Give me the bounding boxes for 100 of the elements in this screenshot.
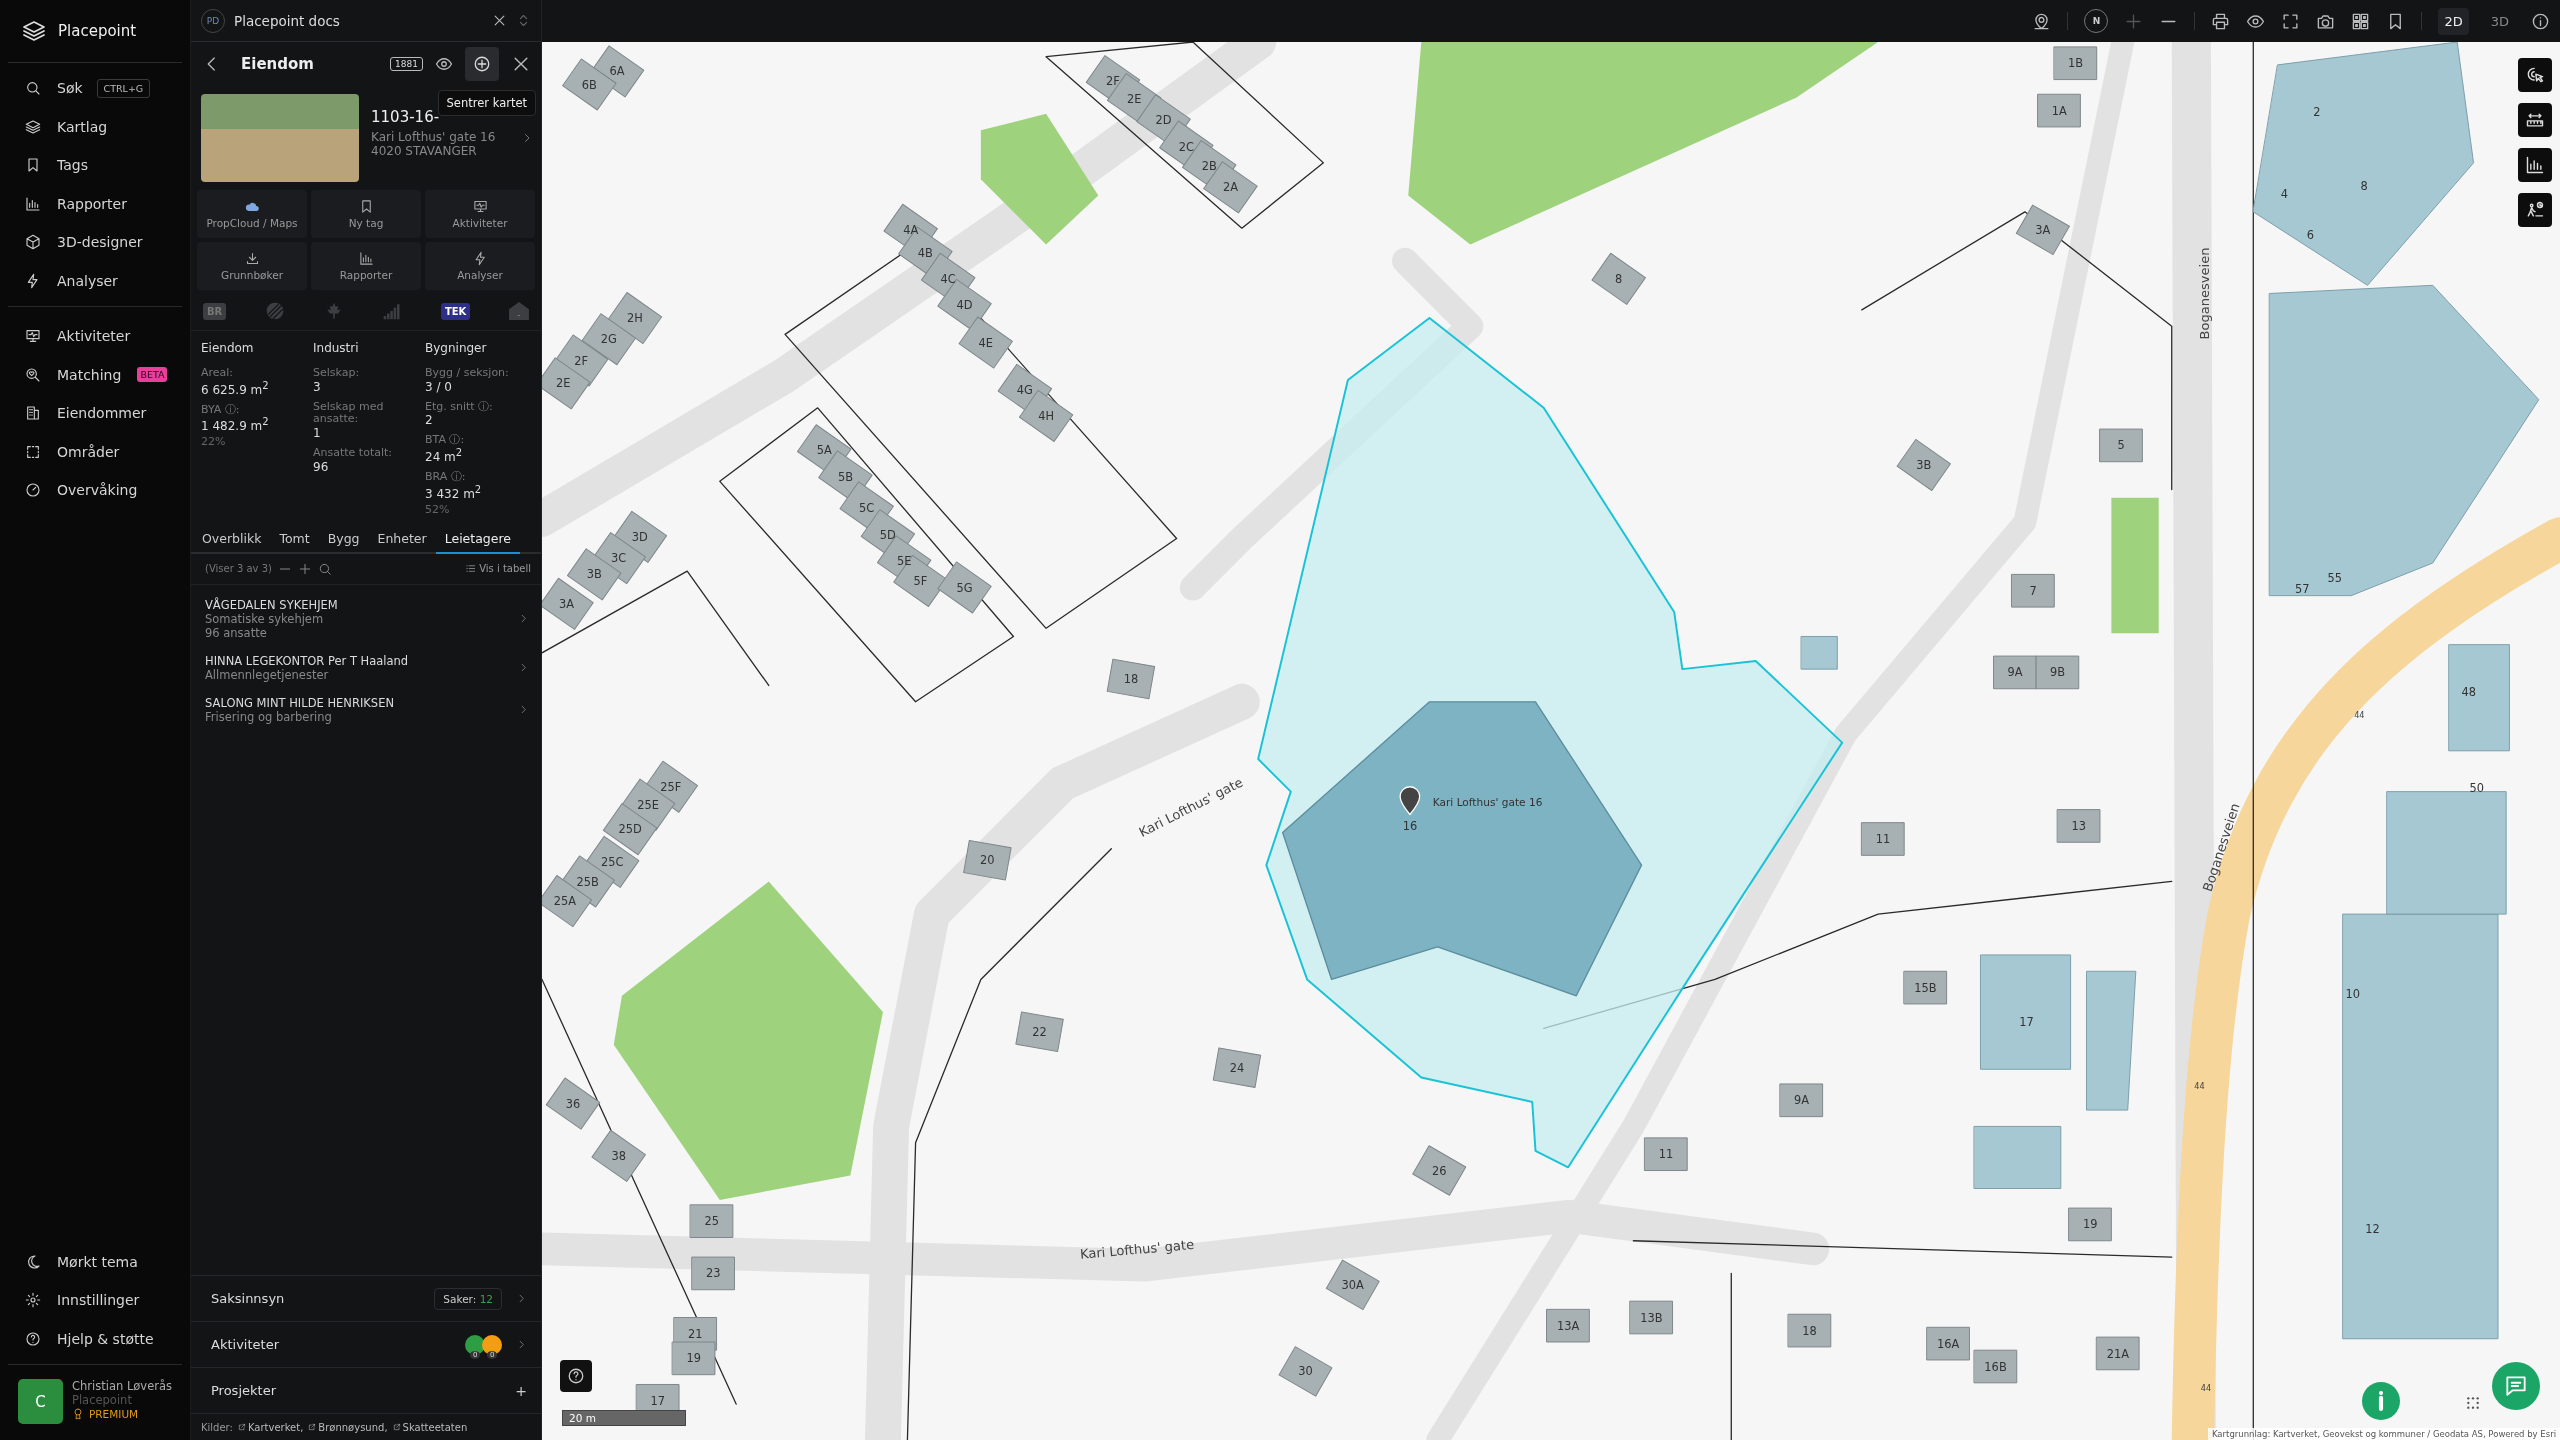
nav-item[interactable]: Innstillinger	[0, 1281, 190, 1320]
nav-item[interactable]: Tags	[0, 146, 190, 185]
property-postal: 4020 STAVANGER	[371, 144, 478, 158]
tenant-name[interactable]: SALONG MINT HILDE HENRIKSEN	[205, 695, 518, 710]
user-avatar[interactable]: C	[18, 1379, 63, 1424]
user-name: Christian Løverås	[72, 1379, 172, 1393]
select-tool-button[interactable]	[2518, 58, 2552, 92]
data-source-logo[interactable]: TEK	[440, 302, 471, 320]
tenant-detail: Frisering og barbering	[205, 709, 333, 724]
building-number-label: 24	[1229, 1060, 1245, 1075]
action-button[interactable]: Analyser	[425, 242, 535, 290]
saksinnsyn-row[interactable]: Saksinnsyn Saker: 12	[191, 1275, 541, 1321]
tab[interactable]: Enheter	[368, 523, 436, 554]
view-mode-button[interactable]: 3D	[2484, 7, 2515, 35]
map-attribution: Kartgrunnlag: Kartverket, Geovekst og kommuner / Geodata AS, Powered by Esri	[2207, 1428, 2560, 1440]
stat-label: Selskap:	[313, 367, 361, 380]
beta-badge: BETA	[137, 367, 168, 383]
award-icon	[72, 1407, 84, 1421]
nav-item[interactable]: Mørkt tema	[0, 1242, 190, 1281]
stat-heading: Bygninger	[425, 341, 488, 355]
stat-value: 1 482.9 m$^{2}$	[201, 416, 270, 434]
info-icon[interactable]	[2531, 11, 2550, 31]
chart-tool-button[interactable]	[2518, 148, 2552, 182]
action-button[interactable]: Aktiviteter	[425, 190, 535, 238]
nav-item[interactable]: Aktiviteter	[8, 317, 182, 356]
panel-title: Eiendom	[241, 55, 315, 73]
nav-item[interactable]: Rapporter	[0, 184, 190, 223]
cube-icon	[25, 234, 41, 251]
building-number-label: 38	[611, 1148, 626, 1163]
building-number-label: 13B	[1640, 1310, 1663, 1325]
source-link[interactable]: Skatteetaten	[392, 1421, 468, 1433]
nav-item[interactable]: Overvåking	[8, 471, 182, 510]
building-number-label: 25E	[637, 797, 659, 812]
nav-item[interactable]: 3D-designer	[0, 223, 190, 262]
nav-item[interactable]: Eiendommer	[8, 394, 182, 433]
search-icon[interactable]	[318, 561, 332, 576]
nav-item[interactable]: Kartlag	[0, 107, 190, 146]
nav-item[interactable]: Analyser	[0, 261, 190, 300]
list-icon	[465, 563, 477, 575]
add-project-button[interactable]: +	[515, 1382, 527, 1399]
close-icon[interactable]	[492, 13, 507, 28]
building-number-label: 3A	[558, 596, 574, 611]
view-mode-button[interactable]: 2D	[2438, 7, 2469, 35]
help-button[interactable]	[560, 1360, 592, 1392]
building-number-label: 57	[2295, 582, 2310, 597]
building-number-label: 36	[565, 1096, 581, 1111]
location-marker-icon[interactable]	[1399, 786, 1421, 816]
building-number-label: 2E	[556, 376, 571, 391]
projects-row[interactable]: Prosjekter +	[191, 1367, 541, 1413]
stat-label: Areal:	[201, 367, 235, 380]
building-number-label: 25B	[576, 874, 599, 889]
building-number-label: 7	[2029, 583, 2037, 598]
print-icon[interactable]	[2211, 11, 2231, 31]
tenant-name[interactable]: VÅGEDALEN SYKEHJEM	[205, 597, 518, 612]
building-number-label: 25	[704, 1214, 719, 1229]
bookmark-icon	[25, 157, 41, 174]
show-in-table-link[interactable]: Vis i tabell	[465, 563, 531, 575]
building-number-label: 2H	[627, 311, 643, 326]
tenant-name[interactable]: HINNA LEGEKONTOR Per T Haaland	[205, 653, 518, 668]
stat-label: Ansatte totalt:	[313, 446, 394, 460]
grid-icon[interactable]	[2351, 11, 2371, 31]
stat-value: 24 m$^{2}$	[425, 446, 464, 464]
stat-percentage: 22%	[201, 435, 227, 449]
tab[interactable]: Leietagere	[435, 523, 521, 554]
action-button[interactable]: PropCloud / Maps	[197, 190, 307, 238]
source-link[interactable]: Brønnøysund,	[308, 1421, 388, 1433]
street-name-label: Kari Lofthus' gate	[1079, 1236, 1195, 1262]
building-number-label: 26	[1432, 1163, 1447, 1178]
measure-tool-button[interactable]	[2518, 103, 2552, 137]
phonebook-button[interactable]: 1881	[390, 57, 423, 71]
building-number-label: 3B	[1916, 458, 1932, 473]
action-button[interactable]: Grunnbøker	[197, 242, 307, 290]
tab[interactable]: Bygg	[318, 523, 369, 554]
walking-distance-button[interactable]	[2518, 193, 2552, 227]
nav-item[interactable]: Områder	[8, 432, 182, 471]
nav-item[interactable]: Matching BETA	[8, 355, 182, 394]
road-number-label: 44	[2194, 1080, 2205, 1091]
stat-percentage: 52%	[425, 502, 451, 516]
user-organization: Placepoint	[72, 1393, 133, 1407]
stat-label: BRA ⓘ:	[425, 470, 467, 484]
source-link[interactable]: Kartverket,	[237, 1421, 304, 1433]
monitor-icon	[25, 328, 41, 345]
center-map-button[interactable]	[465, 47, 499, 81]
building-number-label: 12	[2365, 1222, 2380, 1237]
building-number-label: 21A	[2106, 1346, 2130, 1361]
external-link-icon	[392, 1423, 401, 1431]
action-button[interactable]: Rapporter	[311, 242, 421, 290]
fullscreen-icon[interactable]	[2281, 11, 2301, 31]
nav-item[interactable]: Søk CTRL+G	[0, 69, 190, 108]
building-number-label: 4B	[917, 245, 933, 260]
nav-item[interactable]: Hjelp & støtte	[0, 1319, 190, 1358]
eye-icon[interactable]	[435, 55, 453, 73]
tab[interactable]: Tomt	[270, 523, 319, 554]
building-number-label: 25D	[618, 822, 642, 837]
tab[interactable]: Overblikk	[193, 523, 271, 554]
building-number-label: 4E	[978, 335, 993, 350]
building-number-label: 5C	[859, 500, 875, 515]
action-button[interactable]: Ny tag	[311, 190, 421, 238]
building-number-label: 4G	[1016, 382, 1033, 397]
drag-handle-icon[interactable]	[2466, 1396, 2480, 1410]
